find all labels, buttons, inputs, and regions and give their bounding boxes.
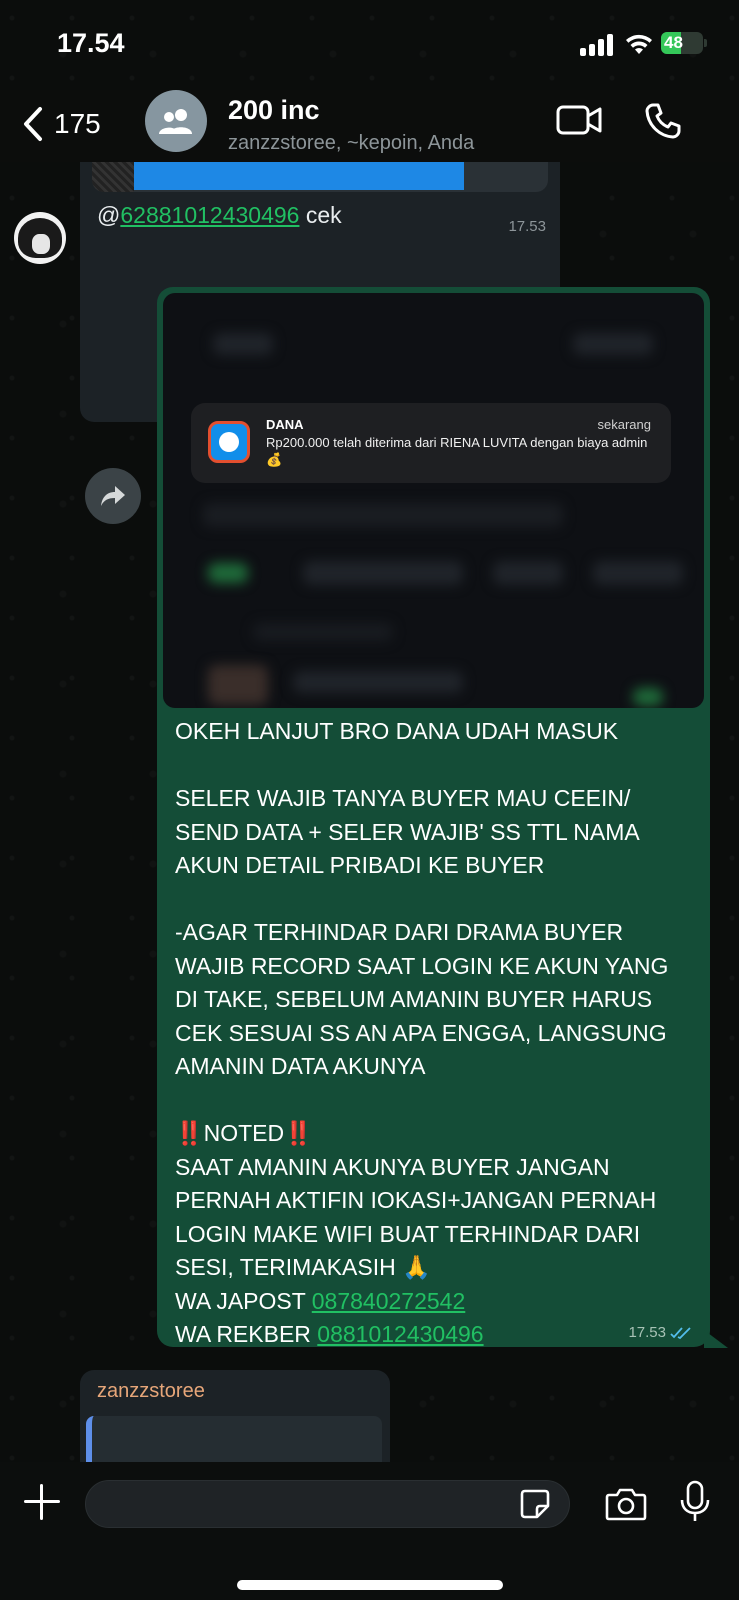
back-button[interactable]: 175 [22,102,101,146]
group-avatar[interactable] [145,90,207,152]
chat-members[interactable]: zanzzstoree, ~kepoin, Anda [228,132,474,155]
sender-avatar[interactable] [14,212,66,264]
phone-call-icon[interactable] [644,102,682,140]
status-bar: 17.54 48 [0,0,739,90]
at-sign: @ [97,202,121,228]
japost-number-link[interactable]: 087840272542 [312,1288,466,1314]
plus-icon[interactable] [24,1484,60,1520]
message-text: @62881012430496 cek [97,202,342,229]
incoming-message[interactable]: zanzzstoree [80,1370,390,1462]
chat-title[interactable]: 200 inc [228,95,320,126]
screenshot-image[interactable]: DANA sekarang Rp200.000 telah diterima d… [163,293,704,708]
dana-app-icon [208,421,250,463]
message-time: 17.53 [508,218,546,235]
chat-header: 175 200 inc zanzzstoree, ~kepoin, Anda [0,90,739,162]
notification-time: sekarang [597,417,651,432]
double-check-icon [670,1326,691,1339]
sender-name[interactable]: zanzzstoree [97,1380,205,1403]
message-input[interactable] [85,1480,570,1528]
status-time: 17.54 [57,28,125,58]
forward-button[interactable] [85,468,141,524]
notification-body: Rp200.000 telah diterima dari RIENA LUVI… [266,435,648,467]
text-line-4: SAAT AMANIN AKUNYA BUYER JANGAN PERNAH A… [175,1153,663,1281]
battery-tip [704,39,707,47]
dana-notification: DANA sekarang Rp200.000 telah diterima d… [191,403,671,483]
mention-link[interactable]: 62881012430496 [120,202,299,228]
text-line-2: SELER WAJIB TANYA BUYER MAU CEEIN/ SEND … [175,785,644,878]
video-call-icon[interactable] [556,104,602,136]
battery-icon: 48 [661,32,703,54]
text-line-3: -AGAR TERHINDAR DARI DRAMA BUYER WAJIB R… [175,919,675,1079]
camera-icon[interactable] [605,1486,647,1522]
message-meta: 17.53 [628,1324,692,1341]
unread-count: 175 [54,108,101,139]
japost-label: WA JAPOST [175,1287,312,1314]
battery-level: 48 [664,33,683,52]
message-image[interactable] [92,162,548,192]
microphone-icon[interactable] [678,1480,712,1524]
sticker-icon[interactable] [519,1488,551,1520]
text-line-1: OKEH LANJUT BRO DANA UDAH MASUK [175,718,619,744]
group-icon [159,109,192,134]
message-list[interactable]: @62881012430496 cek 17.53 DANA sekarang … [0,162,739,1462]
wifi-icon [626,34,652,54]
forward-icon [101,486,125,506]
noted-label: ‼️NOTED‼️ [175,1120,313,1146]
message-time: 17.53 [628,1324,666,1341]
home-indicator[interactable] [237,1580,503,1590]
signal-icon [580,34,616,56]
message-body: cek [299,202,342,228]
rekber-label: WA REKBER [175,1321,318,1347]
rekber-number-link[interactable]: 0881012430496 [317,1321,483,1347]
quoted-message[interactable] [86,1416,382,1462]
chevron-left-icon [24,107,42,141]
notification-app: DANA [266,417,304,432]
message-text: OKEH LANJUT BRO DANA UDAH MASUK SELER WA… [175,715,695,1352]
outgoing-message[interactable]: DANA sekarang Rp200.000 telah diterima d… [157,287,710,1347]
